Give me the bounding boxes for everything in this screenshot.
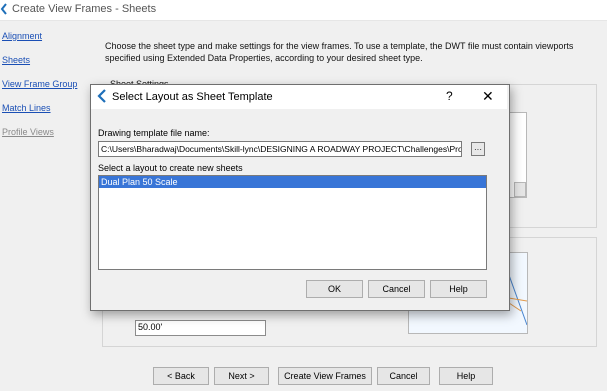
nav-item-view-frame-group[interactable]: View Frame Group xyxy=(2,79,77,89)
app-icon xyxy=(0,3,7,15)
next-button[interactable]: Next > xyxy=(214,367,269,385)
page-description: Choose the sheet type and make settings … xyxy=(105,41,574,63)
nav-item-sheets[interactable]: Sheets xyxy=(2,55,30,65)
layout-listbox[interactable] xyxy=(98,175,487,270)
value-field-text: 50.00' xyxy=(138,322,163,332)
list-item[interactable]: Dual Plan 50 Scale xyxy=(99,176,486,188)
sheet-preview-scroll xyxy=(514,182,526,197)
create-view-frames-button[interactable]: Create View Frames xyxy=(278,367,372,385)
dialog-help-button[interactable]: Help xyxy=(430,280,487,298)
value-field[interactable]: 50.00' xyxy=(135,320,266,336)
back-button[interactable]: < Back xyxy=(153,367,209,385)
layout-list-label: Select a layout to create new sheets xyxy=(98,163,243,173)
dialog-title: Select Layout as Sheet Template xyxy=(112,91,273,103)
template-file-label: Drawing template file name: xyxy=(98,128,210,138)
template-path-text: C:\Users\Bharadwaj\Documents\Skill-lync\… xyxy=(101,144,462,154)
nav-item-profile-views: Profile Views xyxy=(2,127,54,137)
nav-item-match-lines[interactable]: Match Lines xyxy=(2,103,51,113)
template-path-input[interactable]: C:\Users\Bharadwaj\Documents\Skill-lync\… xyxy=(98,141,462,157)
browse-button[interactable]: ··· xyxy=(471,142,485,156)
close-icon[interactable]: ✕ xyxy=(482,88,494,105)
nav-item-alignment[interactable]: Alignment xyxy=(2,31,42,41)
ok-button[interactable]: OK xyxy=(306,280,363,298)
wizard-help-button[interactable]: Help xyxy=(439,367,493,385)
wizard-cancel-button[interactable]: Cancel xyxy=(377,367,430,385)
app-icon xyxy=(97,89,106,103)
dialog-cancel-button[interactable]: Cancel xyxy=(368,280,425,298)
window-title: Create View Frames - Sheets xyxy=(12,3,157,15)
help-icon[interactable]: ? xyxy=(446,89,453,103)
